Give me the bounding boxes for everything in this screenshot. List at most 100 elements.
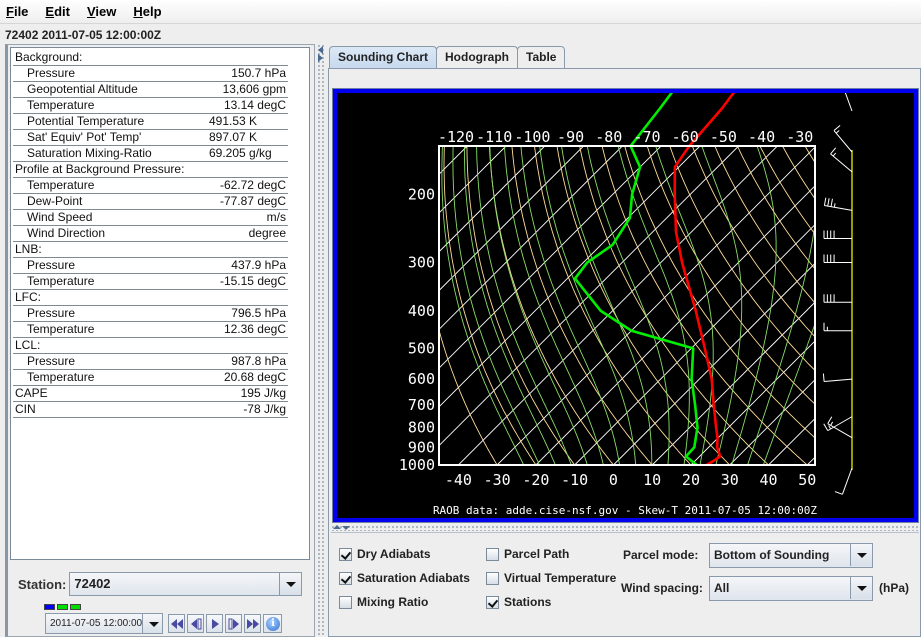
checkbox-checked-icon[interactable] (339, 571, 352, 585)
collapse-right-icon[interactable] (318, 54, 323, 62)
play-button[interactable] (206, 614, 223, 633)
table-row[interactable]: Background: (13, 50, 288, 66)
first-frame-button[interactable] (168, 614, 185, 633)
chevron-down-icon[interactable] (850, 577, 872, 599)
chevron-down-icon[interactable] (142, 614, 162, 633)
station-value: 72402 (74, 576, 111, 591)
tab-sounding-chart[interactable]: Sounding Chart (329, 46, 437, 69)
checkbox-label: Virtual Temperature (504, 571, 617, 585)
x-top-tick-label: -60 (672, 128, 699, 146)
step-forward-button[interactable] (225, 614, 242, 633)
checkbox-label: Parcel Path (504, 547, 570, 561)
property-label: Wind Speed (27, 210, 93, 224)
table-row[interactable]: Pressure 987.8 hPa (13, 354, 288, 370)
properties-table: Background: Pressure 150.7 hPa Geopotential… (10, 47, 310, 560)
table-row[interactable]: Dew-Point -77.87 degC (13, 194, 288, 210)
checkbox-label: Stations (504, 595, 552, 609)
x-bottom-tick-label: 50 (798, 471, 816, 489)
property-label: LFC: (15, 290, 42, 304)
right-panel: Sounding Chart Hodograph Table -120 -110 -10… (326, 44, 921, 637)
wind-spacing-combo[interactable]: All (709, 576, 873, 601)
menu-file[interactable]: File (4, 4, 30, 19)
checkbox-saturation-adiabats[interactable]: Saturation Adiabats (339, 571, 470, 585)
checkbox-unchecked-icon[interactable] (486, 571, 499, 585)
collapse-left-icon[interactable] (318, 46, 323, 54)
info-button[interactable]: i (263, 614, 282, 633)
table-row[interactable]: Potential Temperature 491.53 K (13, 114, 288, 130)
table-row[interactable]: Pressure 796.5 hPa (13, 306, 288, 322)
table-row[interactable]: Pressure 150.7 hPa (13, 66, 288, 82)
collapse-up-icon[interactable] (333, 525, 341, 529)
menu-view[interactable]: View (85, 4, 118, 19)
info-icon: i (266, 617, 280, 631)
skewt-chart[interactable]: -120 -110 -100 -90 -80 -70 -60 -50 -40 -30-40 -30-… (337, 93, 914, 518)
station-combo[interactable]: 72402 (69, 572, 303, 596)
step-back-icon (191, 618, 202, 630)
chevron-down-icon[interactable] (279, 573, 302, 595)
tab-hodograph[interactable]: Hodograph (436, 46, 518, 68)
checkbox-checked-icon[interactable] (339, 547, 352, 561)
step-back-button[interactable] (187, 614, 204, 633)
checkbox-checked-icon[interactable] (486, 595, 499, 609)
table-row[interactable]: Temperature 12.36 degC (13, 322, 288, 338)
y-tick-label: 500 (408, 339, 435, 357)
table-row[interactable]: Geopotential Altitude 13,606 gpm (13, 82, 288, 98)
table-row[interactable]: Profile at Background Pressure: (13, 162, 288, 178)
checkbox-virtual-temperature[interactable]: Virtual Temperature (486, 571, 616, 585)
property-label: Background: (15, 50, 83, 64)
menu-label: iew (95, 4, 117, 19)
x-bottom-tick-label: -10 (561, 471, 588, 489)
checkbox-parcel-path[interactable]: Parcel Path (486, 547, 569, 561)
table-row[interactable]: Saturation Mixing-Ratio 69.205 g/kg (13, 146, 288, 162)
parcel-mode-combo[interactable]: Bottom of Sounding (709, 543, 873, 568)
property-label: Temperature (27, 370, 95, 384)
vertical-split-handle[interactable] (331, 525, 919, 531)
property-label: Potential Temperature (27, 114, 145, 128)
x-top-tick-label: -30 (786, 128, 813, 146)
skewt-chart-frame: -120 -110 -100 -90 -80 -70 -60 -50 -40 -30 -40 -30-… (332, 88, 919, 523)
checkbox-dry-adiabats[interactable]: Dry Adiabats (339, 547, 431, 561)
time-indicator (44, 604, 55, 610)
left-panel: Background: Pressure 150.7 hPa Geopotential… (5, 44, 315, 637)
last-frame-button[interactable] (244, 614, 261, 633)
menu-label: ile (13, 4, 29, 19)
checkbox-unchecked-icon[interactable] (486, 547, 499, 561)
table-row[interactable]: Temperature -62.72 degC (13, 178, 288, 194)
collapse-down-icon[interactable] (342, 526, 350, 530)
property-label: Geopotential Altitude (27, 82, 138, 96)
table-row[interactable]: LCL: (13, 338, 288, 354)
table-row[interactable]: Sat' Equiv' Pot' Temp' 897.07 K (13, 130, 288, 146)
table-row[interactable]: LFC: (13, 290, 288, 306)
table-row[interactable]: Temperature 13.14 degC (13, 98, 288, 114)
property-label: Profile at Background Pressure: (15, 162, 185, 176)
tab-table[interactable]: Table (517, 46, 566, 68)
time-combo[interactable]: 2011-07-05 12:00:00Z (45, 613, 163, 634)
table-row[interactable]: CAPE 195 J/kg (13, 386, 288, 402)
menu-help[interactable]: Help (131, 4, 163, 19)
x-bottom-tick-label: 40 (759, 471, 777, 489)
x-top-tick-label: -100 (514, 128, 550, 146)
table-row[interactable]: Wind Direction degree (13, 226, 288, 242)
checkbox-unchecked-icon[interactable] (339, 595, 352, 609)
table-row[interactable]: Temperature -15.15 degC (13, 274, 288, 290)
time-indicators (44, 604, 81, 610)
table-row[interactable]: Pressure 437.9 hPa (13, 258, 288, 274)
x-top-tick-label: -90 (557, 128, 584, 146)
table-row[interactable]: CIN -78 J/kg (13, 402, 288, 418)
property-label: Pressure (27, 306, 76, 320)
table-row[interactable]: Temperature 20.68 degC (13, 370, 288, 386)
property-label: Pressure (27, 354, 76, 368)
property-value: 437.9 hPa (231, 258, 286, 272)
table-row[interactable]: Wind Speed m/s (13, 210, 288, 226)
property-value: -62.72 degC (219, 178, 286, 192)
station-row: Station: 72402 (18, 572, 303, 596)
checkbox-mixing-ratio[interactable]: Mixing Ratio (339, 595, 428, 609)
table-row[interactable]: LNB: (13, 242, 288, 258)
chevron-down-icon[interactable] (850, 544, 872, 566)
parcel-mode-label: Parcel mode: (623, 548, 699, 562)
splitter-handle[interactable] (317, 44, 325, 637)
property-value: 13.14 degC (223, 98, 286, 112)
menu-edit[interactable]: Edit (43, 4, 72, 19)
property-value: 20.68 degC (223, 370, 286, 384)
checkbox-stations[interactable]: Stations (486, 595, 551, 609)
